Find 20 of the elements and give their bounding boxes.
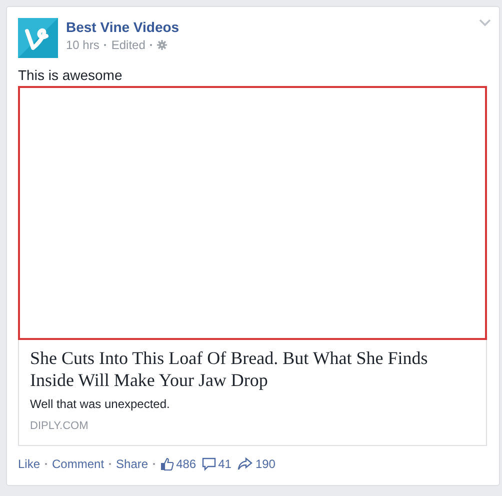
share-arrow-icon: [237, 457, 254, 471]
link-preview-card[interactable]: She Cuts Into This Loaf Of Bread. But What She Finds Inside Will Make Your Jaw Drop Well that was unexpected. DIPLY.COM: [18, 340, 487, 446]
comment-link[interactable]: Comment: [52, 457, 104, 471]
share-link[interactable]: Share: [116, 457, 148, 471]
shares-count[interactable]: 190: [255, 457, 276, 471]
edited-label[interactable]: Edited: [111, 38, 146, 52]
link-domain: DIPLY.COM: [30, 420, 88, 432]
likes-count[interactable]: 486: [176, 457, 196, 471]
avatar-logo-icon[interactable]: [18, 18, 58, 58]
author-name[interactable]: Best Vine Videos: [66, 19, 180, 35]
link-description: Well that was unexpected.: [30, 397, 170, 411]
like-link[interactable]: Like: [18, 457, 40, 471]
gear-icon[interactable]: [157, 40, 168, 50]
speech-bubble-icon: [202, 457, 216, 471]
chevron-down-icon[interactable]: [479, 19, 491, 27]
post-time[interactable]: 10 hrs: [66, 38, 100, 52]
link-title[interactable]: She Cuts Into This Loaf Of Bread. But What She Finds Inside Will Make Your Jaw Drop: [30, 347, 475, 391]
comments-count[interactable]: 41: [218, 457, 232, 471]
thumbs-up-icon: [160, 457, 174, 471]
post-message: This is awesome: [18, 67, 122, 83]
